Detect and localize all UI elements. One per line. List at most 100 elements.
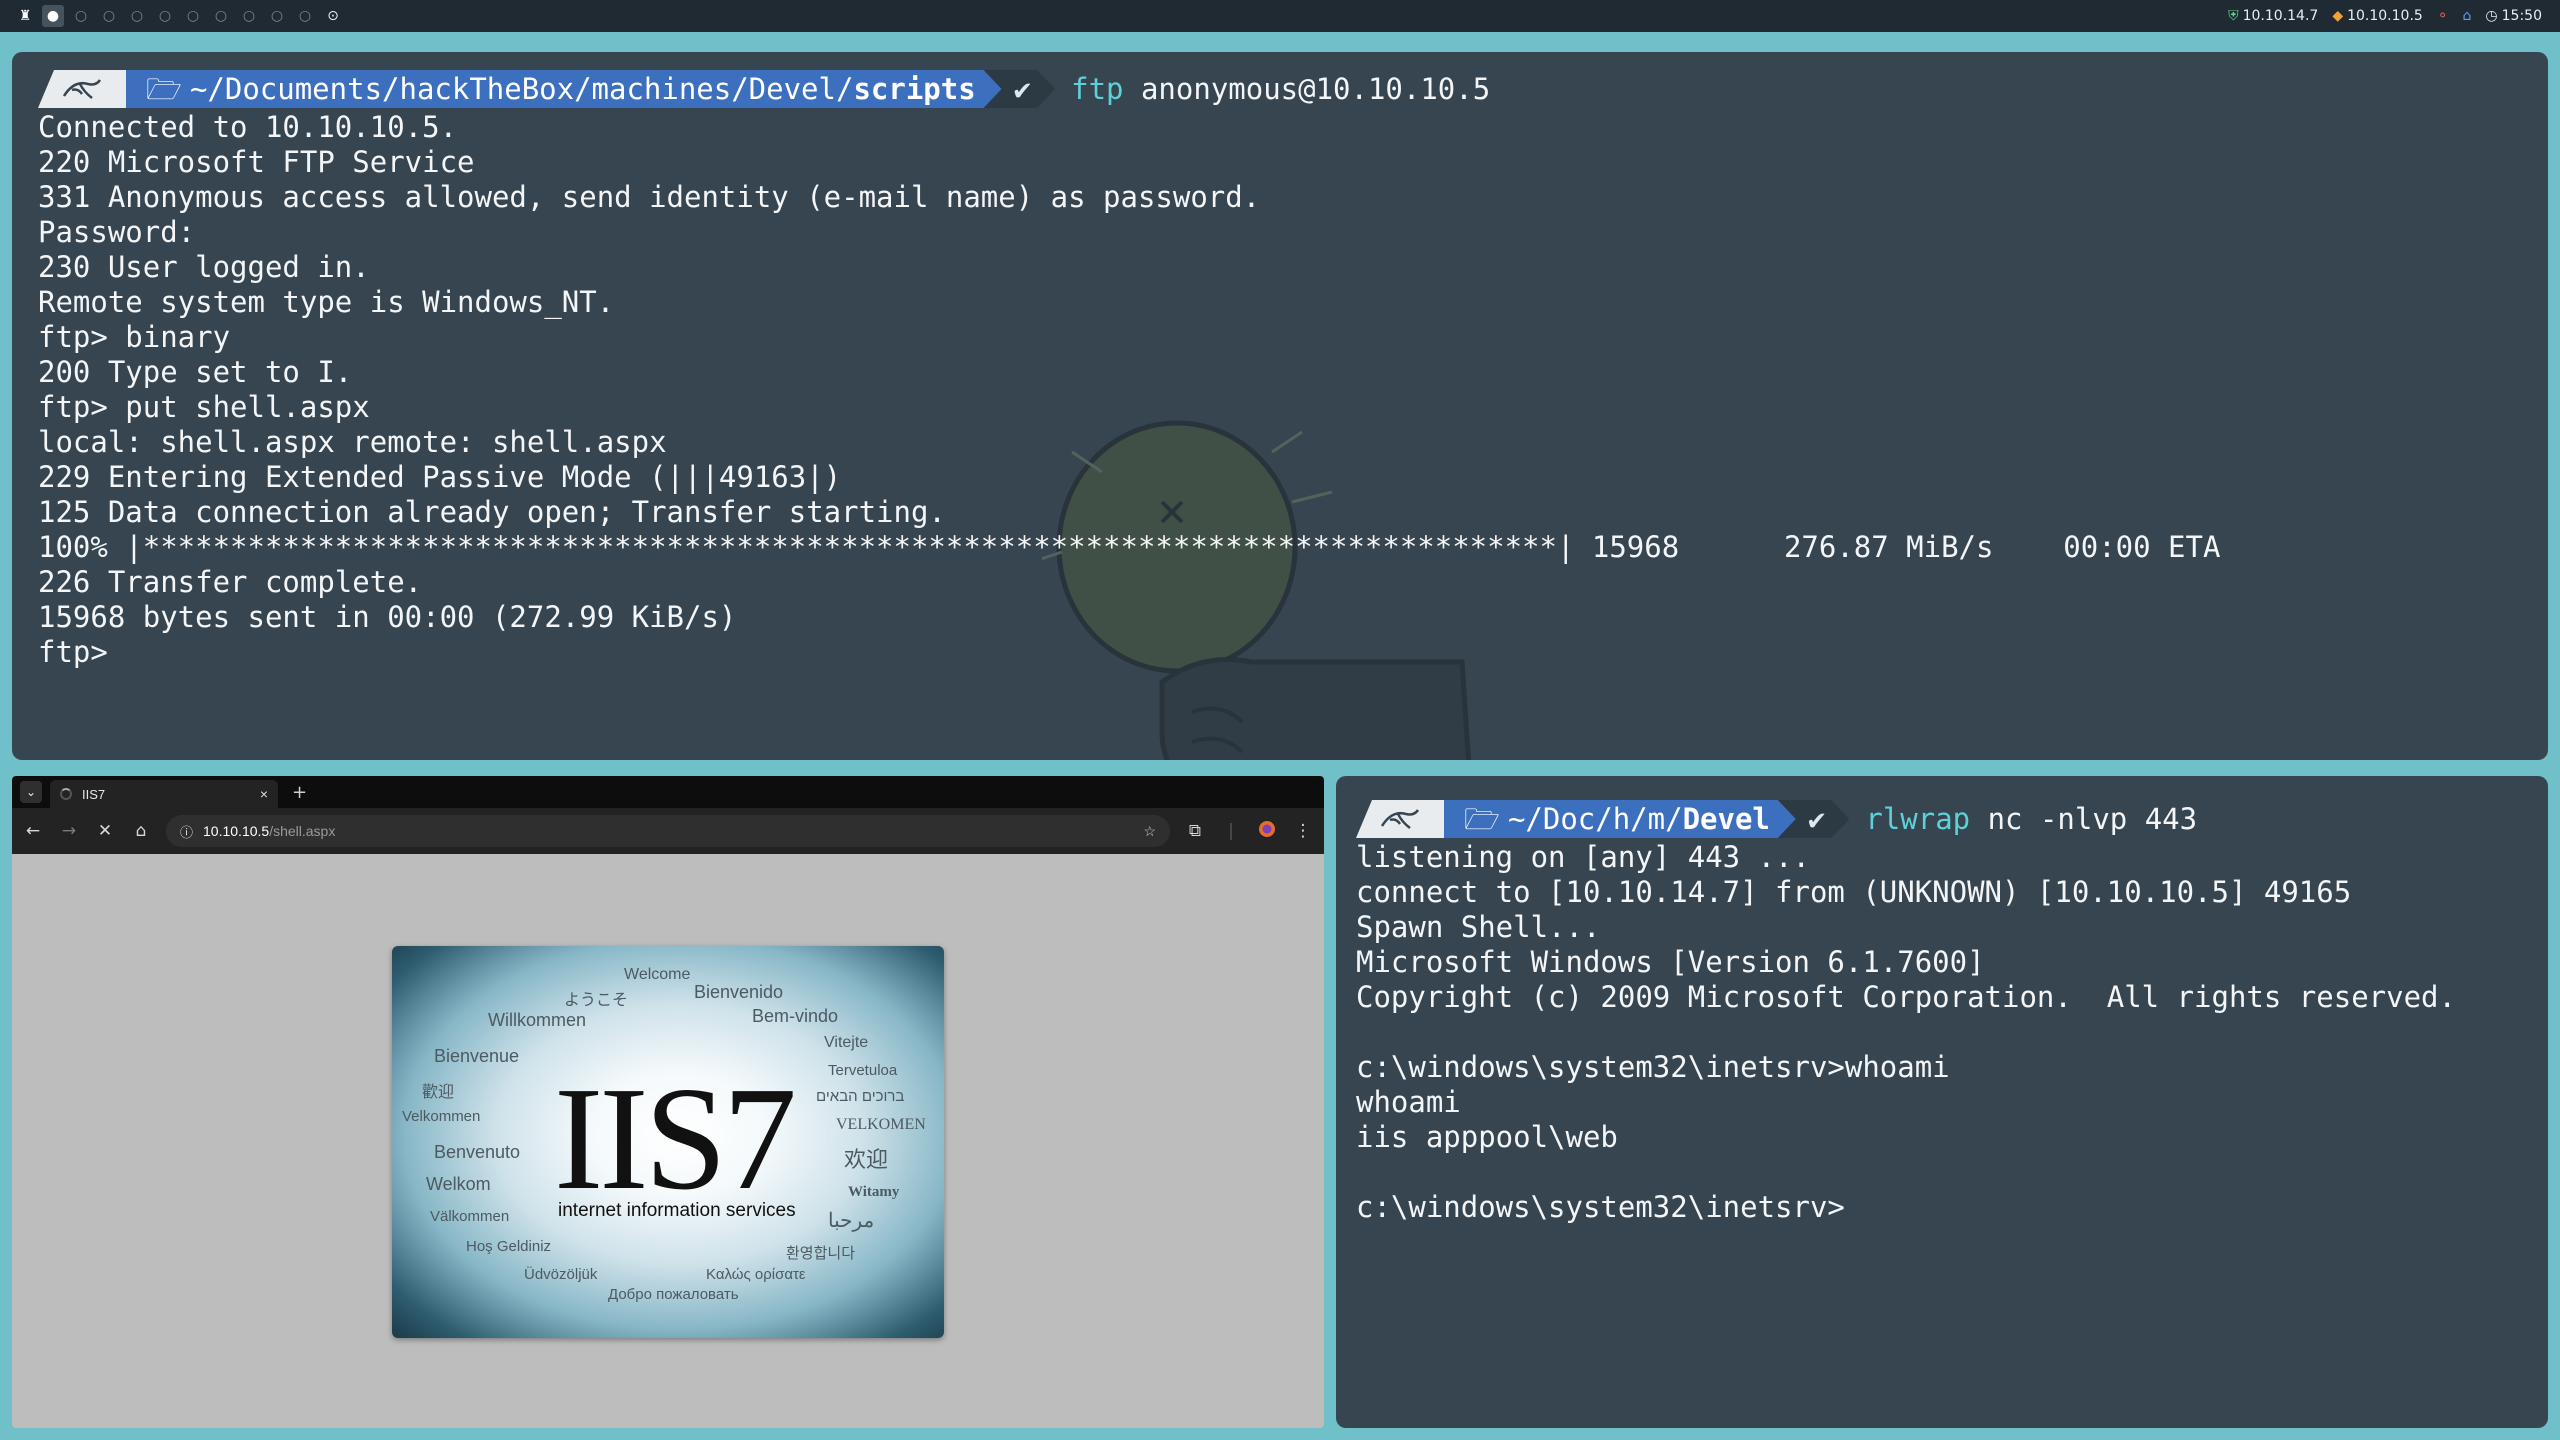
stop-loading-icon[interactable]: ✕: [94, 821, 116, 841]
kali-dragon-icon: [1356, 800, 1450, 838]
tab-bar: ⌄ IIS7 × +: [12, 776, 1324, 808]
iis7-logo-title: IIS7: [554, 1057, 797, 1221]
welcome-word: Καλώς ορίσατε: [706, 1266, 806, 1283]
profile-icon[interactable]: [1256, 820, 1278, 843]
terminal-line: Microsoft Windows [Version 6.1.7600]: [1356, 945, 1985, 979]
prompt-path-current: Devel: [1682, 801, 1770, 836]
welcome-word: 欢迎: [844, 1147, 889, 1172]
terminal-line: ftp> put shell.aspx: [38, 390, 370, 424]
welcome-word: Benvenuto: [434, 1142, 521, 1162]
terminal-line: iis apppool\web: [1356, 1120, 1618, 1154]
workspace-11[interactable]: ⊙: [322, 5, 344, 27]
command: rlwrap nc -nlvp 443: [1865, 802, 2197, 837]
welcome-word: Välkommen: [430, 1208, 510, 1225]
top-status-bar: ♜ ● ○ ○ ○ ○ ○ ○ ○ ○ ○ ⊙ ⛨ 10.10.14.7 ◆ 1…: [0, 0, 2560, 32]
welcome-word: VELKOMEN: [836, 1116, 926, 1133]
clock-time: 15:50: [2501, 8, 2542, 24]
prompt: 🗁 ~/Doc/h/m/Devel ✔ rlwrap nc -nlvp 443: [1356, 798, 2528, 840]
workspace-4[interactable]: ○: [126, 5, 148, 27]
tab-iis7[interactable]: IIS7 ×: [50, 780, 278, 808]
terminal-line: ftp> binary: [38, 320, 231, 354]
folder-icon: 🗁: [1464, 801, 1500, 836]
url-bar[interactable]: ⓘ 10.10.10.5/shell.aspx ☆: [166, 815, 1170, 847]
welcome-word: Willkommen: [488, 1010, 587, 1030]
workspace-1[interactable]: ●: [42, 5, 64, 27]
clock: ◷ 15:50: [2485, 8, 2542, 24]
prompt: 🗁 ~/Documents/hackTheBox/machines/Devel/…: [38, 68, 2522, 110]
workspace-9[interactable]: ○: [266, 5, 288, 27]
prompt-path-prefix: ~/Doc/h/m/: [1507, 801, 1683, 836]
command-args: anonymous@10.10.10.5: [1123, 71, 1491, 106]
terminal-line: 125 Data connection already open; Transf…: [38, 495, 946, 529]
welcome-word: 歡迎: [422, 1084, 455, 1101]
target-status: ◆ 10.10.10.5: [2332, 8, 2422, 24]
new-tab-button[interactable]: +: [292, 782, 307, 803]
welcome-word: Hoş Geldiniz: [466, 1238, 552, 1255]
terminal-netcat[interactable]: 🗁 ~/Doc/h/m/Devel ✔ rlwrap nc -nlvp 443 …: [1336, 776, 2548, 1428]
command-name: rlwrap: [1865, 801, 1971, 836]
browser-window: ⌄ IIS7 × + ← → ✕ ⌂ ⓘ 10.10.10.5/shell.as…: [12, 776, 1324, 1428]
back-icon[interactable]: ←: [22, 821, 44, 841]
site-info-icon[interactable]: ⓘ: [180, 822, 193, 841]
terminal-line: 100% |**********************************…: [38, 530, 2221, 564]
workspace-2[interactable]: ○: [70, 5, 92, 27]
close-tab-icon[interactable]: ×: [260, 786, 268, 802]
navigation-bar: ← → ✕ ⌂ ⓘ 10.10.10.5/shell.aspx ☆ ⧉ | ⋮: [12, 808, 1324, 854]
terminal-line: ftp>: [38, 635, 108, 669]
iis7-welcome-image: Welcome ようこそ Bienvenido Willkommen Bem-v…: [392, 946, 944, 1338]
terminal-line: c:\windows\system32\inetsrv>: [1356, 1190, 1845, 1224]
terminal-ftp[interactable]: 🗁 ~/Documents/hackTheBox/machines/Devel/…: [12, 52, 2548, 760]
welcome-word: Tervetuloa: [828, 1062, 898, 1079]
workspace-10[interactable]: ○: [294, 5, 316, 27]
terminal-line: 15968 bytes sent in 00:00 (272.99 KiB/s): [38, 600, 737, 634]
terminal-line: Copyright (c) 2009 Microsoft Corporation…: [1356, 980, 2456, 1014]
url-host: 10.10.10.5: [203, 823, 270, 839]
bookmark-star-icon[interactable]: ☆: [1143, 823, 1156, 840]
workspace-6[interactable]: ○: [182, 5, 204, 27]
prompt-path: 🗁 ~/Doc/h/m/Devel: [1444, 800, 1796, 838]
welcome-word: Üdvözöljük: [524, 1266, 598, 1283]
prompt-path-current: scripts: [853, 71, 976, 106]
terminal-line: Remote system type is Windows_NT.: [38, 285, 615, 319]
prompt-path-prefix: ~/Documents/hackTheBox/machines/Devel/: [189, 71, 854, 106]
terminal-line: Spawn Shell...: [1356, 910, 1601, 944]
command-args: nc -nlvp 443: [1970, 801, 2198, 836]
vpn-status: ⛨ 10.10.14.7: [2228, 8, 2318, 24]
tab-list-icon[interactable]: ⌄: [20, 781, 42, 803]
command: ftp anonymous@10.10.10.5: [1071, 72, 1490, 107]
welcome-word: Bienvenue: [434, 1046, 520, 1066]
home-icon: ⌂: [2462, 8, 2472, 24]
terminal-line: 230 User logged in.: [38, 250, 370, 284]
welcome-word: مرحبا: [828, 1210, 875, 1232]
terminal-output: Connected to 10.10.10.5. 220 Microsoft FT…: [38, 110, 2522, 670]
workspace-3[interactable]: ○: [98, 5, 120, 27]
terminal-line: connect to [10.10.14.7] from (UNKNOWN) […: [1356, 875, 2352, 909]
tab-title: IIS7: [82, 786, 106, 802]
iis7-logo-subtitle: internet information services: [558, 1200, 796, 1221]
extensions-icon[interactable]: ⧉: [1184, 821, 1206, 841]
terminal-line: 220 Microsoft FTP Service: [38, 145, 475, 179]
welcome-word: Velkommen: [402, 1108, 481, 1125]
vpn-ip: 10.10.14.7: [2242, 8, 2319, 24]
shield-icon: ⛨: [2228, 8, 2239, 24]
welcome-word: Vitejte: [824, 1034, 869, 1051]
terminal-line: c:\windows\system32\inetsrv>whoami: [1356, 1050, 1950, 1084]
toolbar-divider: |: [1228, 821, 1234, 841]
record-icon: ⚬: [2436, 8, 2449, 24]
workspace-5[interactable]: ○: [154, 5, 176, 27]
launcher-icon[interactable]: ♜: [14, 5, 36, 27]
loading-spinner-icon: [60, 788, 72, 800]
workspace-list: ♜ ● ○ ○ ○ ○ ○ ○ ○ ○ ○ ⊙: [0, 0, 344, 32]
terminal-line: 229 Entering Extended Passive Mode (|||4…: [38, 460, 842, 494]
menu-kebab-icon[interactable]: ⋮: [1292, 821, 1314, 841]
home-icon[interactable]: ⌂: [130, 821, 152, 841]
welcome-word: ברוכים הבאים: [816, 1088, 905, 1105]
forward-icon[interactable]: →: [58, 821, 80, 841]
workspace-8[interactable]: ○: [238, 5, 260, 27]
welcome-word: ようこそ: [564, 992, 629, 1009]
target-icon: ◆: [2332, 8, 2344, 24]
workspace-7[interactable]: ○: [210, 5, 232, 27]
welcome-word: Witamy: [848, 1184, 900, 1200]
